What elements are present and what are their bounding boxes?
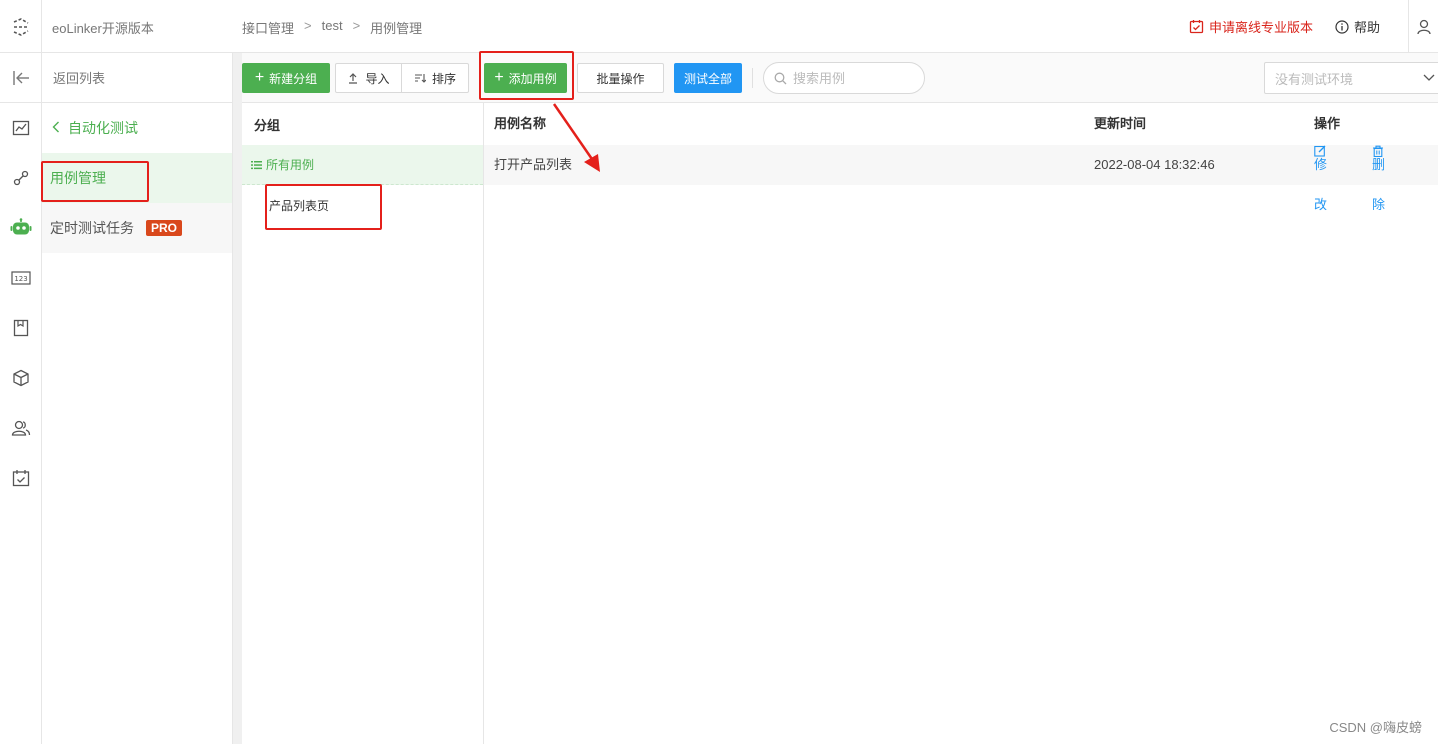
section-title-automation[interactable]: 自动化测试 (42, 103, 232, 153)
add-case-label: 添加用例 (508, 71, 557, 86)
column-header-updated: 更新时间 (1094, 116, 1147, 131)
breadcrumb-item-api[interactable]: 接口管理 (242, 18, 294, 37)
icon-rail: 123 (0, 53, 42, 744)
logo[interactable] (0, 0, 42, 53)
edit-label: 修改 (1314, 157, 1328, 212)
import-button[interactable]: 导入 (335, 63, 402, 93)
chevron-left-icon (52, 120, 60, 136)
plus-icon: + (254, 69, 265, 86)
group-panel-header: 分组 (254, 117, 281, 133)
watermark: CSDN @嗨皮螃 (1329, 720, 1422, 735)
new-group-label: 新建分组 (269, 71, 318, 86)
breadcrumb-separator: > (304, 18, 312, 33)
upload-icon (349, 73, 358, 84)
eolinker-logo-icon (13, 17, 28, 36)
case-table: 用例名称 更新时间 操作 打开产品列表 2022-08-04 18:32:46 … (484, 103, 1438, 744)
rail-item-document[interactable] (0, 303, 41, 353)
number-icon: 123 (10, 271, 31, 285)
chart-icon (12, 120, 29, 136)
environment-select[interactable]: 没有测试环境 (1264, 62, 1438, 94)
header-actions: 申请离线专业版本 帮助 (1189, 0, 1438, 53)
environment-select-value: 没有测试环境 (1275, 71, 1354, 87)
rail-item-users[interactable] (0, 403, 41, 453)
chevron-down-icon (1423, 74, 1435, 81)
group-item-label: 所有用例 (266, 158, 315, 172)
svg-text:123: 123 (14, 275, 27, 283)
test-all-button[interactable]: 测试全部 (674, 63, 742, 93)
case-updated-time: 2022-08-04 18:32:46 (1094, 157, 1215, 172)
table-header: 用例名称 更新时间 操作 (484, 103, 1438, 145)
calendar-icon (12, 470, 29, 487)
panel-gutter (233, 53, 242, 744)
rail-item-automation[interactable] (0, 203, 41, 253)
help-label: 帮助 (1353, 20, 1380, 35)
rail-item-numbers[interactable]: 123 (0, 253, 41, 303)
search-icon (774, 72, 787, 84)
group-item-all[interactable]: 所有用例 (242, 145, 483, 185)
plus-icon: + (494, 69, 504, 86)
sort-label: 排序 (431, 71, 456, 86)
subnav-item-label: 定时测试任务 (50, 220, 134, 236)
app-root: eoLinker开源版本 接口管理 > test > 用例管理 申请离线专业版本 (0, 0, 1438, 744)
rail-item-calendar[interactable] (0, 453, 41, 503)
edit-case-button[interactable]: 修改 (1314, 145, 1327, 212)
group-item-product-list[interactable]: 产品列表页 (242, 185, 483, 225)
app-name: eoLinker开源版本 (52, 21, 154, 36)
breadcrumb-separator: > (352, 18, 361, 33)
import-label: 导入 (365, 71, 390, 86)
breadcrumb-item-project[interactable]: test (322, 18, 343, 37)
subnav-item-case-management[interactable]: 用例管理 (42, 153, 232, 203)
list-icon (251, 160, 262, 169)
delete-label: 删除 (1372, 157, 1386, 212)
group-panel: 分组 所有用例 产品列表页 (242, 103, 484, 744)
user-icon (1416, 19, 1431, 34)
delete-case-button[interactable]: 删除 (1372, 145, 1385, 212)
toolbar: + 新建分组 导入 排序 + 添加用例 批量操作 测试全部 搜索用例 没有测试环… (242, 53, 1438, 103)
rail-item-chart[interactable] (0, 103, 41, 153)
sub-navigation: 返回列表 自动化测试 用例管理 定时测试任务 PRO (42, 53, 233, 744)
table-row[interactable]: 打开产品列表 2022-08-04 18:32:46 修改 删除 (484, 145, 1438, 212)
pro-badge: PRO (146, 220, 183, 236)
collapse-left-icon (12, 70, 29, 85)
cube-icon (12, 369, 29, 387)
user-menu[interactable] (1408, 0, 1438, 53)
breadcrumb: 接口管理 > test > 用例管理 (242, 18, 422, 37)
apply-pro-link[interactable]: 申请离线专业版本 (1189, 17, 1313, 36)
column-header-actions: 操作 (1314, 116, 1341, 131)
users-icon (11, 420, 30, 436)
new-group-button[interactable]: + 新建分组 (242, 63, 330, 93)
add-case-button[interactable]: + 添加用例 (484, 63, 567, 93)
help-link[interactable]: 帮助 (1335, 17, 1380, 36)
breadcrumb-item-current: 用例管理 (370, 21, 423, 36)
top-header: eoLinker开源版本 接口管理 > test > 用例管理 申请离线专业版本 (0, 0, 1438, 53)
section-title-label: 自动化测试 (68, 120, 138, 136)
annotation-arrow-icon (552, 103, 600, 172)
sort-button[interactable]: 排序 (401, 63, 469, 93)
calendar-check-icon (1189, 20, 1204, 34)
toolbar-divider (752, 68, 753, 88)
search-input[interactable] (793, 70, 913, 86)
info-icon (1335, 19, 1349, 34)
document-icon (13, 319, 28, 337)
link-icon (13, 170, 28, 186)
robot-icon (10, 218, 31, 235)
rail-item-cube[interactable] (0, 353, 41, 403)
subnav-item-label: 用例管理 (50, 170, 106, 186)
column-header-name: 用例名称 (494, 116, 547, 131)
rail-item-link[interactable] (0, 153, 41, 203)
batch-operation-button[interactable]: 批量操作 (577, 63, 664, 93)
back-to-list-link[interactable]: 返回列表 (42, 53, 232, 103)
collapse-button[interactable] (0, 53, 41, 103)
apply-pro-label: 申请离线专业版本 (1208, 20, 1313, 35)
subnav-item-scheduled-tasks[interactable]: 定时测试任务 PRO (42, 203, 232, 253)
sort-icon (414, 74, 426, 83)
search-box (763, 62, 925, 94)
